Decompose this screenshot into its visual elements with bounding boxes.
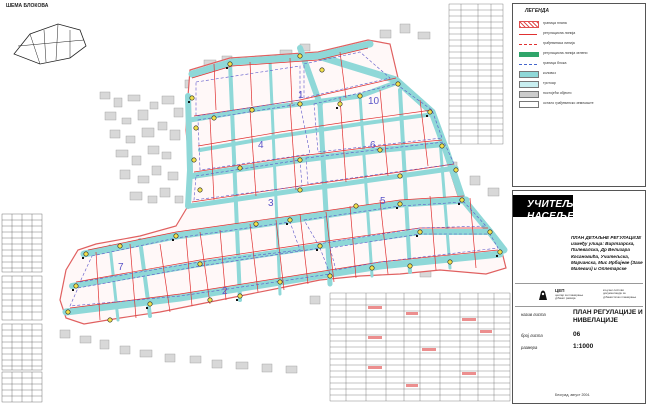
legend-item-label: регулациона линија	[543, 31, 576, 35]
sheet-name-value: ПЛАН РЕГУЛАЦИЈЕ И НИВЕЛАЦИЈЕ	[573, 309, 643, 324]
scale-label: размера	[521, 345, 538, 350]
inset-block-scheme	[13, 23, 87, 65]
road-fill-symbol-icon	[519, 71, 539, 78]
legend-item: тротоар	[519, 80, 643, 88]
sheet-number-value: 06	[573, 331, 581, 338]
hatch-symbol-icon	[519, 21, 539, 28]
legend-item-label: регулациона линија зелени	[543, 51, 588, 55]
sidewalk-fill-symbol-icon	[519, 81, 539, 88]
block-label-6: 6	[370, 140, 376, 151]
sheet-number-label: број листа	[521, 333, 543, 338]
legend-item: граница плана	[519, 20, 643, 28]
blue-dashed-symbol-icon	[519, 64, 537, 65]
block-label-5: 5	[380, 196, 386, 207]
issue-date: Београд, август 2004.	[555, 393, 591, 397]
block-label-2: 2	[222, 286, 228, 297]
legend-title: ЛЕГЕНДА	[525, 8, 550, 14]
inset-title: ШЕМА БЛОКОВА	[6, 3, 49, 9]
legend-item: грађевинска линија	[519, 40, 643, 48]
block-label-1: 1	[298, 90, 304, 101]
coordinate-table-lines	[448, 3, 504, 145]
legend-item: регулациона линија зелени	[519, 50, 643, 58]
legend-item: остало грађевинско земљиште	[519, 100, 643, 108]
leveling-table-fills	[368, 306, 492, 387]
settlement-heading-line1: УЧИТЕЉСКО	[527, 199, 596, 210]
organization-subtitle: центар за планирање урбаног развоја	[555, 293, 584, 301]
legend-item-label: остало грађевинско земљиште	[543, 101, 594, 105]
legend-item: регулациона линија	[519, 30, 643, 38]
legend-item-label: граница блока	[543, 61, 567, 65]
legend-item: коловоз	[519, 70, 643, 78]
dashed-line-symbol-icon	[519, 44, 537, 45]
title-block: УЧИТЕЉСКО НАСЕЉЕ ПЛАН ДЕТАЉНЕ РЕГУЛАЦИЈЕ…	[512, 190, 646, 404]
block-label-7: 7	[118, 262, 124, 273]
settlement-heading-box: УЧИТЕЉСКО НАСЕЉЕ	[513, 195, 595, 222]
legend-item-label: тротоар	[543, 81, 556, 85]
organization-note: кључни листови документације за урбанист…	[603, 288, 637, 299]
settlement-heading-line2: НАСЕЉЕ	[527, 211, 575, 222]
line-symbol-icon	[519, 34, 537, 35]
empty-box-symbol-icon	[519, 101, 539, 108]
sheet-name-label: назив листа	[521, 312, 546, 317]
organization-row: ЦЕП центар за планирање урбаног развоја …	[515, 283, 643, 307]
drawing-sheet: 1 10 2 3 4 5 6 7 ШЕМА БЛОКОВА ЛЕГЕНДА гр…	[0, 0, 650, 406]
block-label-10: 10	[368, 96, 380, 107]
legend-item-label: граница плана	[543, 21, 567, 25]
building-fill-symbol-icon	[519, 91, 539, 98]
side-tables	[1, 213, 43, 403]
scale-value: 1:1000	[573, 343, 594, 350]
block-label-4: 4	[258, 140, 264, 151]
plan-title: ПЛАН ДЕТАЉНЕ РЕГУЛАЦИЈЕ између улица: Ви…	[571, 235, 643, 272]
block-label-3: 3	[268, 198, 274, 209]
legend-item-label: постојећи објекти	[543, 91, 572, 95]
green-bar-symbol-icon	[519, 52, 539, 57]
institute-logo-icon	[539, 290, 547, 300]
legend-item-label: коловоз	[543, 71, 556, 75]
legend-item: постојећи објекти	[519, 90, 643, 98]
legend-item-label: грађевинска линија	[543, 41, 575, 45]
legend-panel: ЛЕГЕНДА граница плана регулациона линија…	[512, 3, 646, 187]
legend-item: граница блока	[519, 60, 643, 68]
leveling-table-lines	[329, 292, 511, 402]
